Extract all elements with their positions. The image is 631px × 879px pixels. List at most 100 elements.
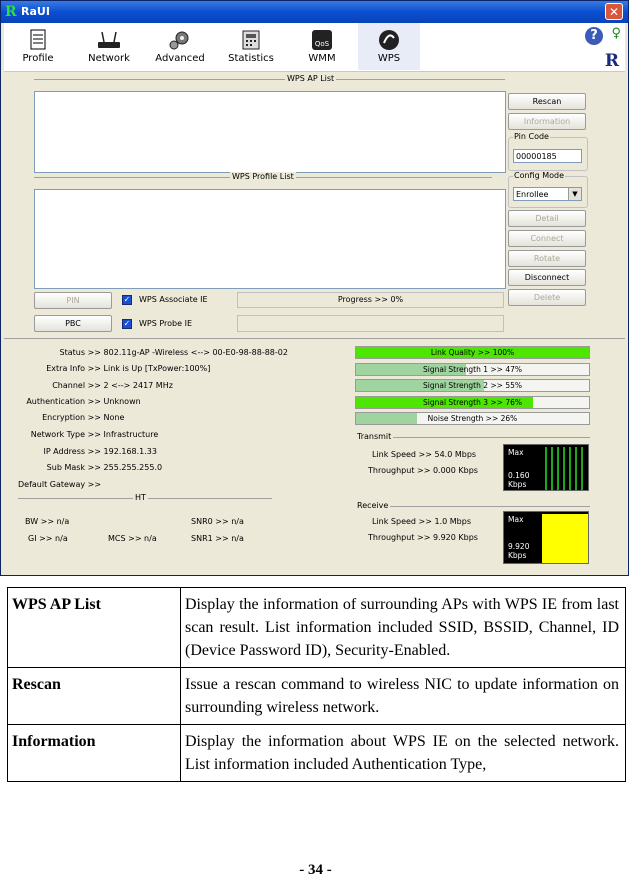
channel-row: Channel >> 2 <--> 2417 MHz — [52, 381, 173, 390]
profile-icon — [30, 29, 46, 50]
toolbar-advanced[interactable]: Advanced — [149, 23, 211, 70]
toolbar-label: WMM — [308, 53, 336, 64]
ht-gi: GI >> n/a — [28, 534, 68, 543]
information-button[interactable]: Information — [508, 113, 586, 130]
pin-button[interactable]: PIN — [34, 292, 112, 309]
receive-link-speed: Link Speed >> 1.0 Mbps — [372, 517, 471, 526]
wmm-icon: QoS — [312, 30, 332, 50]
transmit-graph-max: Max — [508, 448, 524, 457]
signal-bar-label: Signal Strength 1 >> 47% — [422, 365, 523, 374]
profile-list-label: WPS Profile List — [230, 172, 296, 181]
raui-window: R RaUI ✕ Profile Network Advanced Statis… — [0, 0, 629, 576]
wps-ap-list[interactable] — [34, 91, 506, 173]
network-type-row: Network Type >> Infrastructure — [30, 430, 159, 439]
network-icon — [98, 31, 120, 48]
toolbar-label: Profile — [22, 53, 54, 64]
signal-bar-label: Signal Strength 3 >> 76% — [422, 398, 523, 407]
receive-throughput: Throughput >> 9.920 Kbps — [368, 533, 478, 542]
transmit-label: Transmit — [355, 432, 394, 441]
rotate-button[interactable]: Rotate — [508, 250, 586, 267]
ht-snr1: SNR1 >> n/a — [191, 534, 244, 543]
desc-cell: Issue a rescan command to wireless NIC t… — [180, 667, 626, 725]
signal-bar: Link Quality >> 100% — [355, 346, 590, 359]
ht-bw: BW >> n/a — [25, 517, 70, 526]
pin-code-group: Pin Code 00000185 — [508, 132, 588, 171]
advanced-icon — [169, 31, 189, 50]
toolbar-label: WPS — [377, 53, 401, 64]
wps-status-box — [237, 315, 504, 332]
term-cell: Information — [7, 724, 181, 782]
associate-ie-label: WPS Associate IE — [139, 295, 208, 304]
receive-graph-value: 9.920 — [508, 542, 530, 551]
connect-button[interactable]: Connect — [508, 230, 586, 247]
extra-info-row: Extra Info >> Link is Up [TxPower:100%] — [46, 364, 211, 373]
svg-text:QoS: QoS — [315, 40, 330, 48]
probe-ie-checkbox[interactable]: ✓ — [122, 319, 132, 329]
desc-cell: Display the information about WPS IE on … — [180, 724, 626, 782]
associate-ie-checkbox[interactable]: ✓ — [122, 295, 132, 305]
desc-cell: Display the information of surrounding A… — [180, 587, 626, 668]
pin-code-label: Pin Code — [513, 132, 550, 141]
ap-list-label: WPS AP List — [285, 74, 337, 83]
rescan-button[interactable]: Rescan — [508, 93, 586, 110]
pin-code-field[interactable]: 00000185 — [513, 149, 582, 163]
ip-address-row: IP Address >> 192.168.1.33 — [43, 447, 157, 456]
config-mode-value: Enrollee — [516, 190, 549, 199]
toolbar: Profile Network Advanced Statistics QoS … — [4, 23, 625, 72]
statistics-icon — [242, 30, 260, 50]
delete-button[interactable]: Delete — [508, 289, 586, 306]
help-button[interactable]: ? — [585, 27, 603, 45]
table-row: Information Display the information abou… — [7, 724, 626, 782]
receive-graph: Max 9.920 Kbps — [503, 511, 589, 564]
person-icon: ♀ — [611, 26, 621, 41]
ht-snr0: SNR0 >> n/a — [191, 517, 244, 526]
page-number: - 34 - — [299, 862, 332, 878]
transmit-throughput: Throughput >> 0.000 Kbps — [368, 466, 478, 475]
signal-bar: Signal Strength 2 >> 55% — [355, 379, 590, 392]
close-button[interactable]: ✕ — [605, 3, 623, 20]
toolbar-profile[interactable]: Profile — [7, 23, 69, 70]
table-row: WPS AP List Display the information of s… — [7, 587, 626, 668]
config-mode-label: Config Mode — [513, 171, 566, 180]
signal-bar: Noise Strength >> 26% — [355, 412, 590, 425]
detail-button[interactable]: Detail — [508, 210, 586, 227]
sub-mask-row: Sub Mask >> 255.255.255.0 — [46, 463, 163, 472]
probe-ie-label: WPS Probe IE — [139, 319, 193, 328]
transmit-graph-lines — [545, 447, 583, 490]
config-mode-select[interactable]: Enrollee ▼ — [513, 187, 582, 201]
wps-progress: Progress >> 0% — [237, 292, 504, 308]
transmit-graph: Max 0.160 Kbps — [503, 444, 589, 491]
toolbar-wmm[interactable]: QoS WMM — [291, 23, 353, 70]
wps-profile-list[interactable] — [34, 189, 506, 289]
toolbar-label: Advanced — [155, 53, 205, 64]
default-gateway-row: Default Gateway >> — [18, 480, 102, 489]
receive-label: Receive — [355, 501, 391, 510]
ht-mcs: MCS >> n/a — [108, 534, 157, 543]
chevron-down-icon: ▼ — [568, 188, 581, 200]
ap-list-divider — [34, 79, 505, 80]
toolbar-label: Network — [88, 53, 130, 64]
pbc-button[interactable]: PBC — [34, 315, 112, 332]
signal-bar-label: Link Quality >> 100% — [430, 348, 515, 357]
receive-graph-max: Max — [508, 515, 524, 524]
signal-bar-label: Signal Strength 2 >> 55% — [422, 381, 523, 390]
app-logo-icon: R — [5, 4, 17, 20]
status-divider — [4, 338, 625, 339]
ralink-logo: R — [604, 51, 619, 71]
signal-bar-label: Noise Strength >> 26% — [427, 414, 518, 423]
toolbar-label: Statistics — [228, 53, 274, 64]
transmit-graph-value: 0.160 — [508, 471, 530, 480]
term-cell: WPS AP List — [7, 587, 181, 668]
receive-graph-unit: Kbps — [508, 551, 527, 560]
signal-bar: Signal Strength 1 >> 47% — [355, 363, 590, 376]
toolbar-network[interactable]: Network — [78, 23, 140, 70]
window-title: RaUI — [21, 5, 50, 18]
status-row: Status >> 802.11g-AP -Wireless <--> 00-E… — [59, 348, 288, 357]
toolbar-statistics[interactable]: Statistics — [220, 23, 282, 70]
transmit-link-speed: Link Speed >> 54.0 Mbps — [372, 450, 477, 459]
signal-bar: Signal Strength 3 >> 76% — [355, 396, 590, 409]
authentication-row: Authentication >> Unknown — [26, 397, 141, 406]
table-row: Rescan Issue a rescan command to wireles… — [7, 667, 626, 725]
toolbar-wps[interactable]: WPS — [358, 23, 420, 70]
disconnect-button[interactable]: Disconnect — [508, 269, 586, 286]
